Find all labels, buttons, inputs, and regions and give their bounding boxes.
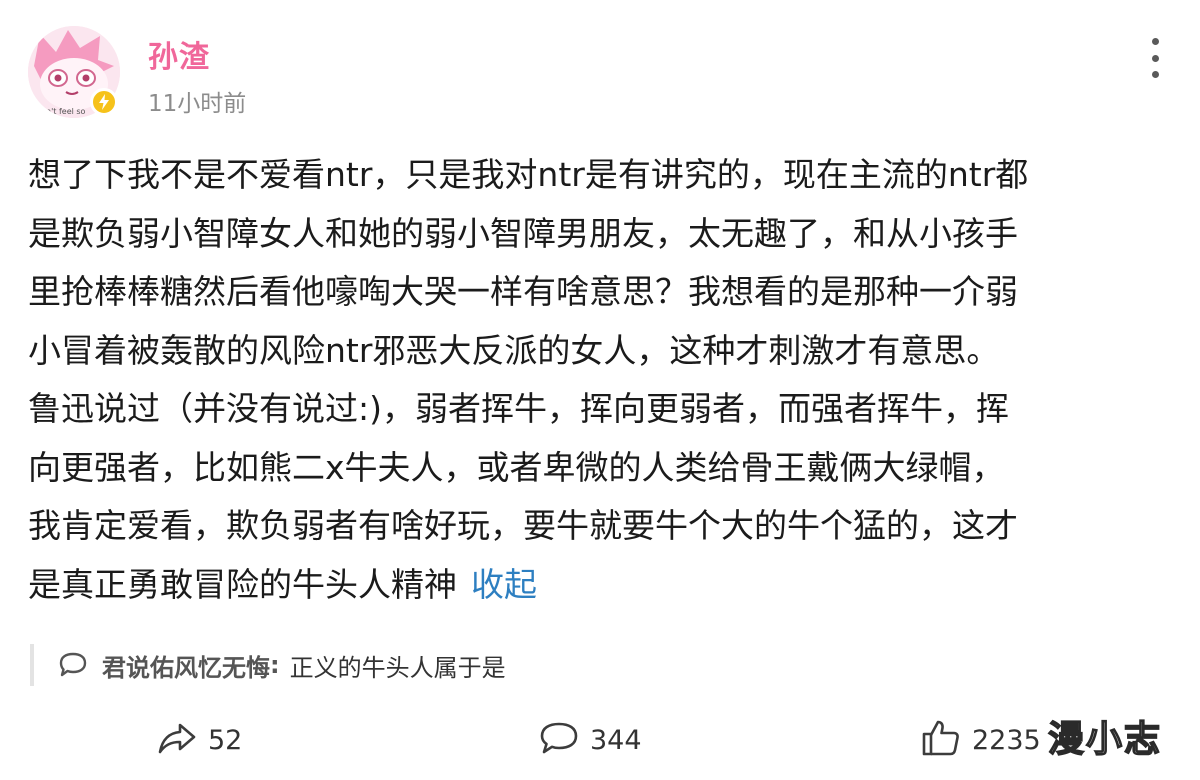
share-button[interactable]: 52	[156, 716, 242, 764]
post-line: 向更强者，比如熊二x牛夫人，或者卑微的人类给骨王戴俩大绿帽，	[28, 447, 1005, 487]
post-body: 想了下我不是不爱看ntr，只是我对ntr是有讲究的，现在主流的ntr都 是欺负弱…	[28, 146, 1176, 614]
comment-author[interactable]: 君说佑风忆无悔	[102, 648, 270, 683]
more-vertical-icon[interactable]	[1141, 38, 1169, 78]
post-line: 小冒着被轰散的风险ntr邪恶大反派的女人，这种才刺激才有意思。	[28, 330, 1000, 370]
share-arrow-icon	[156, 717, 198, 763]
featured-comment[interactable]: 君说佑风忆无悔: 正义的牛头人属于是	[30, 644, 1134, 686]
author-name[interactable]: 孙渣	[148, 32, 210, 76]
post-timestamp: 11小时前	[148, 91, 247, 117]
thumbs-up-icon	[920, 717, 962, 763]
post-line: 里抢棒棒糖然后看他嚎啕大哭一样有啥意思？我想看的是那种一介弱	[28, 272, 1018, 311]
post-line: 是欺负弱小智障女人和她的弱小智障男朋友，太无趣了，和从小孩手	[28, 213, 1018, 253]
share-count: 52	[208, 724, 243, 756]
like-count: 2235	[972, 724, 1041, 756]
comment-separator: :	[270, 651, 280, 679]
comment-text: 正义的牛头人属于是	[289, 653, 506, 682]
post-line: 是真正勇敢冒险的牛头人精神	[28, 564, 457, 604]
comment-bubble-icon	[538, 717, 580, 763]
like-button[interactable]: 2235	[920, 716, 1041, 764]
reply-button[interactable]: 344	[538, 716, 642, 764]
lightning-badge-icon	[90, 88, 118, 116]
watermark-text: 漫小志	[1047, 718, 1163, 761]
collapse-link[interactable]: 收起	[471, 565, 537, 604]
speech-bubble-icon	[56, 648, 90, 682]
avatar-caption: n't feel so	[46, 107, 86, 116]
post-last-line: 是真正勇敢冒险的牛头人精神 收起	[28, 556, 1176, 615]
post-line: 想了下我不是不爱看ntr，只是我对ntr是有讲究的，现在主流的ntr都	[28, 155, 1029, 194]
reply-count: 344	[590, 724, 642, 756]
post-line: 鲁迅说过（并没有说过:)，弱者挥牛，挥向更弱者，而强者挥牛，挥	[28, 389, 1009, 428]
post-line: 我肯定爱看，欺负弱者有啥好玩，要牛就要牛个大的牛个猛的，这才	[28, 506, 1018, 545]
